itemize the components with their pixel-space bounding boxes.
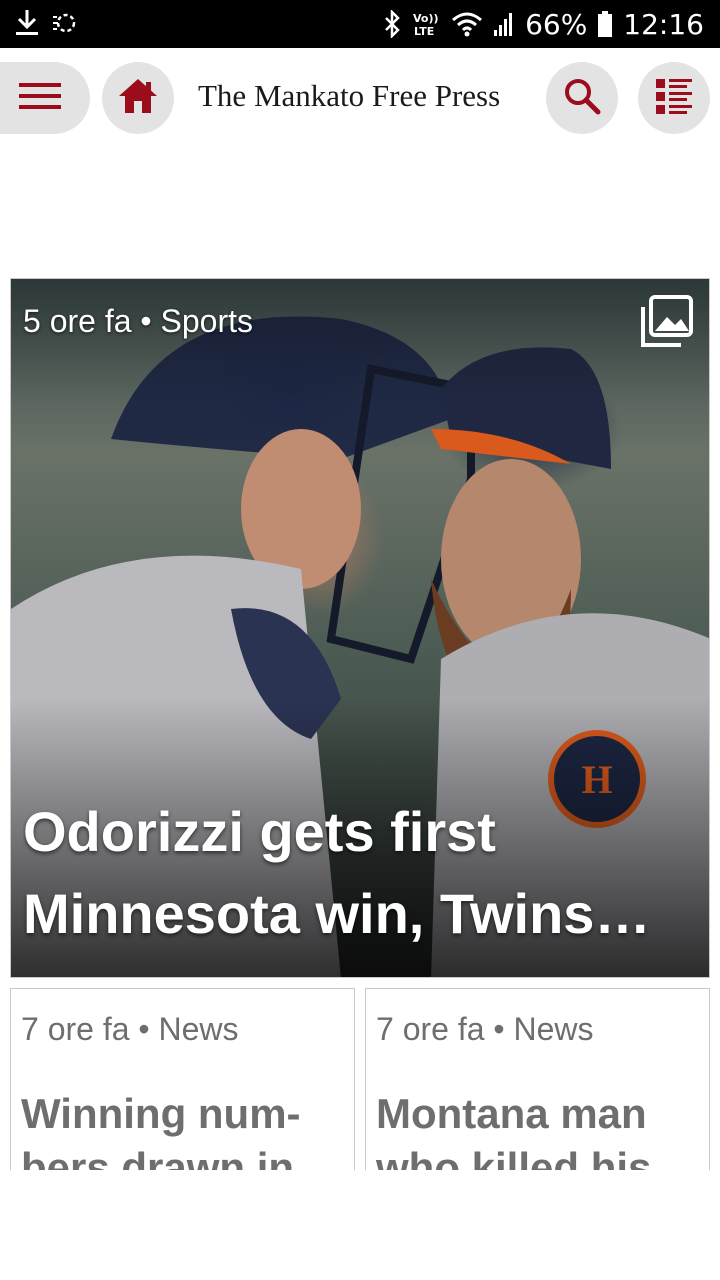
card-meta: 7 ore fa • News (376, 1011, 594, 1047)
status-bar: Vo)) LTE 66% 12:16 (0, 0, 720, 48)
sections-list-icon (654, 76, 694, 121)
home-button[interactable] (102, 62, 174, 134)
search-icon (563, 77, 601, 120)
home-icon (117, 77, 159, 120)
page-bottom (0, 1170, 720, 1280)
svg-text:LTE: LTE (414, 25, 434, 38)
photo-gallery-icon (639, 293, 695, 354)
app-title[interactable]: The Mankato Free Press (198, 78, 528, 114)
signal-icon (493, 10, 515, 38)
battery-percent: 66% (525, 7, 588, 41)
bluetooth-icon (383, 10, 401, 38)
clock: 12:16 (623, 7, 704, 41)
volte-icon: Vo)) LTE (411, 10, 441, 38)
wifi-icon (451, 10, 483, 38)
hamburger-menu-icon (19, 81, 61, 116)
story-card[interactable]: 7 ore fa • News Montana man who killed h… (365, 988, 710, 1170)
hero-meta: 5 ore fa • Sports (23, 303, 253, 339)
card-meta: 7 ore fa • News (21, 1011, 239, 1047)
menu-button[interactable] (0, 62, 90, 134)
battery-icon (597, 10, 613, 38)
card-headline[interactable]: Montana man who killed his (376, 1087, 696, 1170)
sections-button[interactable] (638, 62, 710, 134)
sync-icon (50, 8, 80, 38)
svg-text:Vo)): Vo)) (413, 12, 439, 25)
download-icon (14, 8, 40, 38)
search-button[interactable] (546, 62, 618, 134)
app-bar: The Mankato Free Press (0, 48, 720, 148)
story-card[interactable]: 7 ore fa • News Winning num-bers drawn i… (10, 988, 355, 1170)
card-headline[interactable]: Winning num-bers drawn in (21, 1087, 341, 1170)
hero-story[interactable]: H 5 ore fa • Sports Odorizzi gets first … (10, 278, 710, 978)
hero-headline[interactable]: Odorizzi gets first Minnesota win, Twins… (23, 791, 703, 955)
